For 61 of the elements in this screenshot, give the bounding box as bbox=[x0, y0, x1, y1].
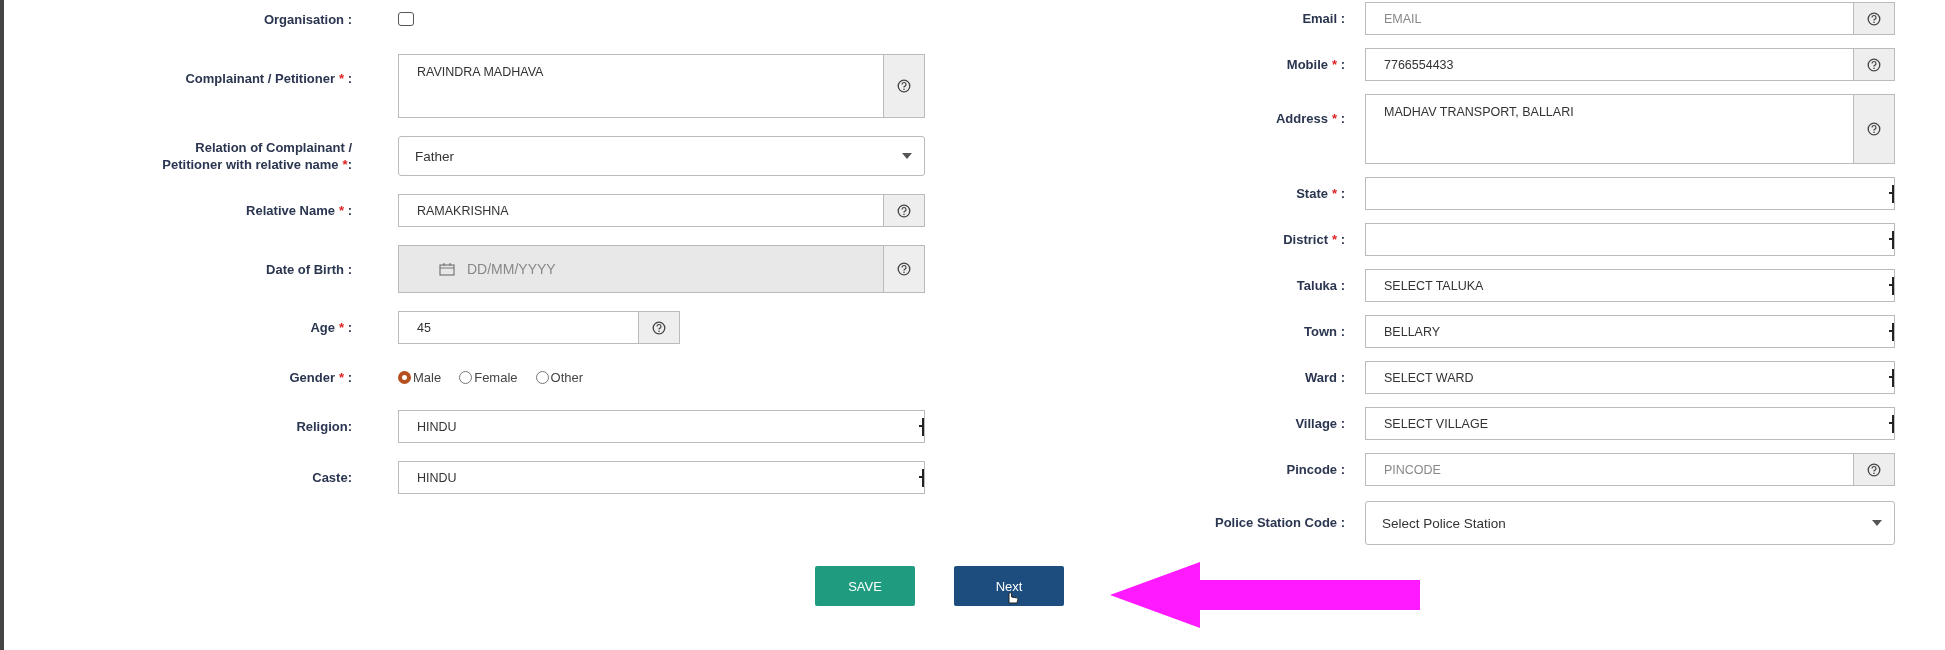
dropdown-handle-icon bbox=[1889, 366, 1894, 389]
field-label: Mobile * : bbox=[1285, 56, 1346, 73]
field-label: District * : bbox=[1282, 231, 1346, 248]
field-label: Gender * : bbox=[288, 368, 353, 386]
help-icon[interactable] bbox=[1867, 11, 1881, 26]
dropdown-handle-icon bbox=[1889, 274, 1894, 297]
next-button[interactable]: Next bbox=[954, 566, 1064, 606]
input-field[interactable]: EMAIL bbox=[1365, 2, 1854, 35]
help-icon[interactable] bbox=[897, 203, 911, 218]
field-label: Taluka : bbox=[1295, 277, 1346, 294]
field-label: Age * : bbox=[309, 319, 353, 336]
field-label: Address * : bbox=[1274, 110, 1346, 127]
select-field[interactable]: HINDU bbox=[398, 461, 925, 494]
field-label: Complainant / Petitioner * : bbox=[184, 70, 353, 87]
select-field[interactable]: SELECT VILLAGE bbox=[1365, 407, 1895, 440]
input-field[interactable]: RAMAKRISHNA bbox=[398, 194, 884, 227]
help-icon[interactable] bbox=[1867, 122, 1881, 136]
help-icon[interactable] bbox=[1867, 57, 1881, 72]
field-label: Caste: bbox=[311, 469, 353, 486]
field-label: Ward : bbox=[1304, 369, 1346, 386]
help-icon[interactable] bbox=[1867, 462, 1881, 477]
help-icon[interactable] bbox=[652, 320, 666, 335]
radio-option[interactable]: Male bbox=[398, 369, 442, 385]
calendar-icon bbox=[439, 262, 455, 276]
caret-icon bbox=[902, 153, 912, 159]
select-field[interactable] bbox=[1365, 177, 1895, 210]
field-label: Relative Name * : bbox=[245, 202, 353, 219]
help-icon[interactable] bbox=[897, 79, 911, 93]
select-field[interactable] bbox=[1365, 223, 1895, 256]
checkbox[interactable] bbox=[398, 12, 414, 26]
dropdown-field[interactable]: Select Police Station bbox=[1365, 501, 1895, 545]
field-label: Police Station Code : bbox=[1214, 513, 1346, 531]
field-label: Relation of Complainant / Petitioner with relative name *: bbox=[161, 139, 353, 173]
text-area[interactable]: RAVINDRA MADHAVA bbox=[398, 54, 884, 118]
dropdown-handle-icon bbox=[1889, 228, 1894, 251]
field-label: Village : bbox=[1294, 415, 1346, 432]
field-label: Organisation : bbox=[262, 10, 353, 28]
field-label: Religion: bbox=[295, 418, 353, 435]
dropdown-handle-icon bbox=[1889, 320, 1894, 343]
dropdown-handle-icon bbox=[919, 466, 924, 489]
field-label: State * : bbox=[1295, 185, 1346, 202]
field-label: Date of Birth : bbox=[265, 260, 353, 278]
select-field[interactable]: BELLARY bbox=[1365, 315, 1895, 348]
dropdown-handle-icon bbox=[1889, 412, 1894, 435]
dropdown-handle-icon bbox=[1889, 182, 1894, 205]
select-field[interactable]: SELECT WARD bbox=[1365, 361, 1895, 394]
select-field[interactable]: HINDU bbox=[398, 410, 925, 443]
field-label: Town : bbox=[1303, 323, 1346, 340]
dropdown-handle-icon bbox=[919, 415, 924, 438]
field-label: Pincode : bbox=[1285, 461, 1346, 478]
radio-option[interactable]: Female bbox=[459, 369, 518, 385]
input-field[interactable]: PINCODE bbox=[1365, 453, 1854, 486]
radio-option[interactable]: Other bbox=[535, 369, 584, 385]
input-field[interactable]: 45 bbox=[398, 311, 639, 344]
input-field[interactable]: 7766554433 bbox=[1365, 48, 1854, 81]
help-icon[interactable] bbox=[897, 262, 911, 276]
text-area[interactable]: MADHAV TRANSPORT, BALLARI bbox=[1365, 94, 1854, 164]
field-label: Email : bbox=[1301, 10, 1346, 27]
caret-icon bbox=[1872, 520, 1882, 526]
dropdown-field[interactable]: Father bbox=[398, 136, 925, 176]
select-field[interactable]: SELECT TALUKA bbox=[1365, 269, 1895, 302]
